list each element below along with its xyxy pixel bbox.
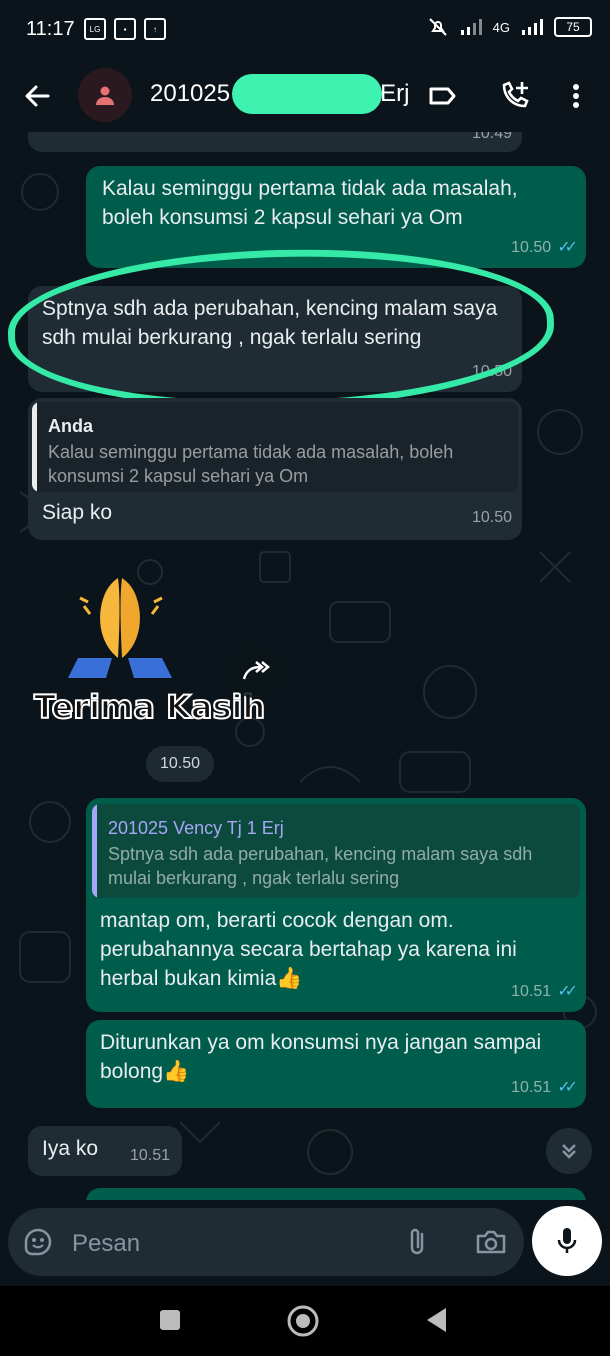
quote-author: 201025 Vency Tj 1 Erj [108, 818, 284, 838]
input-bar: Pesan [0, 1200, 610, 1286]
attach-icon[interactable] [404, 1226, 432, 1258]
praying-hands-sticker[interactable] [60, 562, 180, 682]
recents-icon[interactable] [158, 1308, 182, 1332]
back-arrow-icon[interactable] [20, 78, 56, 114]
quote-text: Sptnya sdh ada perubahan, kencing malam … [108, 844, 533, 888]
message-bubble-outgoing[interactable]: Diturunkan ya om konsumsi nya jangan sam… [86, 1020, 586, 1108]
person-icon [96, 86, 114, 105]
quoted-message[interactable]: 201025 Vency Tj 1 Erj Sptnya sdh ada per… [92, 804, 580, 898]
message-time: 10.49 [471, 132, 512, 142]
chat-header: 201025 Erj [0, 60, 610, 132]
message-time: 10.50 [511, 239, 552, 256]
redaction-scribble [232, 74, 382, 114]
message-text: Siap ko [42, 501, 113, 524]
message-bubble-incoming[interactable]: Iya ko 10.51 [28, 1126, 182, 1176]
notification-icon: LG [84, 18, 106, 40]
message-time: 10.51 [511, 983, 552, 1000]
scroll-to-bottom-button[interactable] [546, 1128, 592, 1174]
message-meta: 10.50 ✓✓ [511, 233, 578, 262]
label-icon[interactable] [424, 78, 460, 114]
status-time: 11:17 [26, 18, 75, 40]
status-bar: 11:17 LG ▪ ↑ 4G 75 [0, 0, 610, 60]
battery-icon: 75 [554, 17, 592, 37]
message-bubble-outgoing[interactable]: 201025 Vency Tj 1 Erj Sptnya sdh ada per… [86, 798, 586, 1012]
double-check-icon: ✓✓ [557, 239, 578, 256]
quote-bar [32, 402, 37, 492]
double-chevron-down-icon [562, 1144, 576, 1159]
sticker-caption: Terima Kasih [33, 687, 266, 727]
sticker-time: 10.50 [146, 746, 214, 782]
double-check-icon: ✓✓ [557, 1079, 578, 1096]
home-icon[interactable] [286, 1304, 320, 1338]
quote-text: Kalau seminggu pertama tidak ada masalah… [48, 442, 454, 486]
system-nav-bar [0, 1286, 610, 1356]
more-options-icon[interactable] [560, 78, 592, 114]
camera-icon[interactable] [474, 1226, 508, 1258]
message-time: 10.50 [471, 509, 512, 526]
forward-icon [242, 661, 270, 680]
contact-name-end: Erj [380, 80, 410, 107]
chat-area[interactable]: 10.49 Kalau seminggu pertama tidak ada m… [0, 132, 610, 1200]
battery-level: 75 [566, 20, 580, 34]
message-bubble-incoming[interactable]: 10.49 [28, 132, 522, 152]
message-time: 10.51 [511, 1079, 552, 1096]
upload-notification-icon: ↑ [144, 18, 166, 40]
status-left-icons: LG ▪ ↑ [84, 18, 166, 40]
add-call-icon[interactable] [496, 78, 532, 114]
quote-author: Anda [48, 416, 93, 436]
quote-bar [92, 804, 97, 898]
sticker-icon[interactable] [22, 1226, 54, 1258]
microphone-icon [557, 1228, 577, 1253]
message-bubble-incoming[interactable]: Anda Kalau seminggu pertama tidak ada ma… [28, 398, 522, 540]
message-meta: 10.51 ✓✓ [511, 977, 578, 1006]
signal-icon [460, 19, 482, 35]
message-time: 10.51 [129, 1147, 170, 1164]
message-text: mantap om, berarti cocok dengan om. peru… [100, 909, 517, 990]
mute-icon [428, 18, 447, 36]
quoted-message[interactable]: Anda Kalau seminggu pertama tidak ada ma… [32, 402, 518, 492]
message-bubble-outgoing[interactable] [86, 1188, 586, 1200]
avatar[interactable] [78, 68, 132, 122]
message-text: Diturunkan ya om konsumsi nya jangan sam… [100, 1031, 542, 1083]
contact-name-start: 201025 [150, 80, 231, 107]
message-meta: 10.51 ✓✓ [511, 1073, 578, 1102]
message-text: Iya ko [42, 1137, 99, 1160]
voice-message-button[interactable] [532, 1206, 602, 1276]
message-placeholder: Pesan [72, 1230, 141, 1257]
app-notification-icon: ▪ [114, 18, 136, 40]
message-input[interactable]: Pesan [8, 1208, 524, 1276]
back-nav-icon[interactable] [424, 1306, 448, 1334]
network-type: 4G [492, 19, 510, 35]
signal-2-icon [522, 19, 543, 35]
forward-button[interactable] [228, 644, 282, 698]
double-check-icon: ✓✓ [557, 983, 578, 1000]
message-text: Kalau seminggu pertama tidak ada masalah… [102, 177, 518, 229]
status-right-icons: 4G 75 [427, 16, 592, 38]
